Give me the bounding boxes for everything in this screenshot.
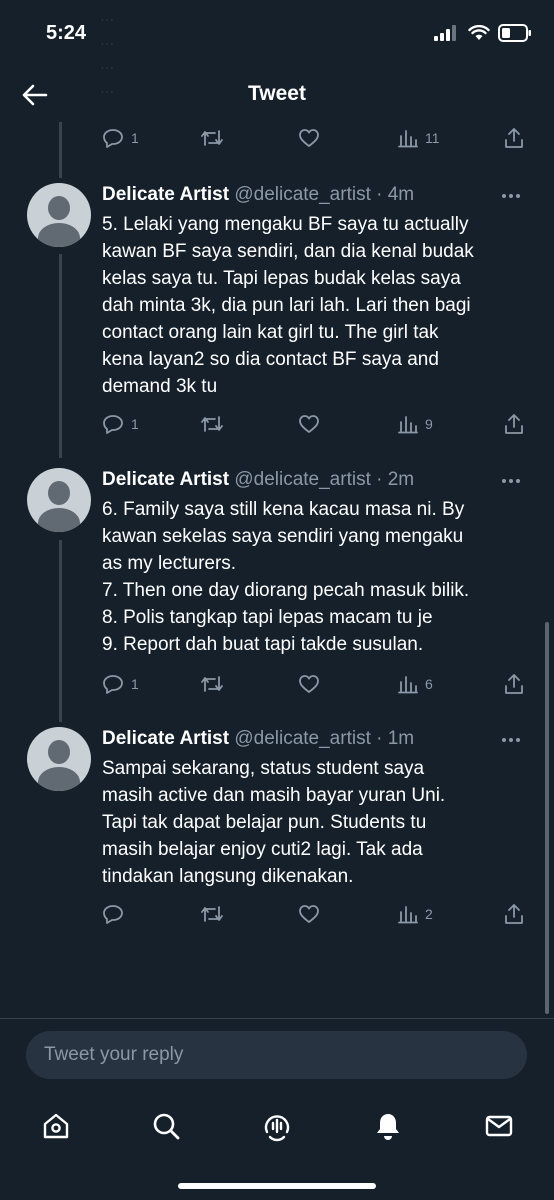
- like-button[interactable]: [298, 899, 320, 929]
- reply-button[interactable]: 1: [102, 123, 139, 153]
- views-chart-icon: [398, 130, 418, 148]
- reply-bar: [0, 1018, 554, 1094]
- reply-icon: [103, 129, 123, 148]
- spaces-icon: [264, 1115, 290, 1142]
- reply-icon: [103, 675, 123, 694]
- heart-icon: [299, 129, 319, 147]
- views-chart-icon: [398, 676, 418, 694]
- heart-icon: [299, 415, 319, 433]
- share-icon: [505, 904, 523, 924]
- share-icon: [505, 414, 523, 434]
- reply-count: 1: [131, 676, 139, 692]
- page-title: Tweet: [248, 82, 306, 105]
- share-button[interactable]: [504, 123, 524, 153]
- tweet-actions: 1 9: [100, 409, 530, 439]
- views-count: 2: [425, 906, 433, 922]
- share-icon: [505, 674, 523, 694]
- retweet-icon: [201, 906, 223, 922]
- author-name[interactable]: Delicate Artist: [102, 728, 229, 749]
- tweet-card[interactable]: Delicate Artist @delicate_artist · 1m Sa…: [0, 727, 554, 897]
- author-handle-time: @delicate_artist · 1m: [234, 728, 415, 749]
- retweet-button[interactable]: [200, 899, 224, 929]
- like-button[interactable]: [298, 123, 320, 153]
- reply-button[interactable]: 1: [102, 409, 139, 439]
- more-options-button[interactable]: [502, 189, 528, 203]
- views-chart-icon: [398, 906, 418, 924]
- views-button[interactable]: 2: [398, 899, 433, 929]
- more-options-button[interactable]: [502, 474, 528, 488]
- share-button[interactable]: [504, 899, 524, 929]
- tab-spaces[interactable]: [255, 1104, 299, 1148]
- tweet-actions: 1 11: [100, 123, 530, 153]
- author-handle-time: @delicate_artist · 4m: [234, 184, 415, 205]
- reply-count: 1: [131, 130, 139, 146]
- messages-icon: [485, 1115, 513, 1137]
- tweet-header: Delicate Artist @delicate_artist · 2m: [102, 468, 414, 492]
- author-name[interactable]: Delicate Artist: [102, 184, 229, 205]
- tweet-header: Delicate Artist @delicate_artist · 4m: [102, 183, 414, 207]
- author-name[interactable]: Delicate Artist: [102, 469, 229, 490]
- home-indicator[interactable]: [178, 1183, 376, 1189]
- thread-connector: [59, 122, 62, 178]
- retweet-button[interactable]: [200, 123, 224, 153]
- status-icons: [434, 24, 532, 42]
- reply-button[interactable]: 1: [102, 669, 139, 699]
- status-bar: ... ... ... ... 5:24: [0, 0, 554, 97]
- more-options-button[interactable]: [502, 733, 528, 747]
- status-time: 5:24: [46, 22, 87, 44]
- views-count: 11: [425, 130, 440, 146]
- tweet-text: Sampai sekarang, status student saya mas…: [102, 758, 446, 887]
- tweet-card[interactable]: Delicate Artist @delicate_artist · 4m 5.…: [0, 183, 554, 443]
- share-button[interactable]: [504, 409, 524, 439]
- views-button[interactable]: 11: [398, 123, 440, 153]
- like-button[interactable]: [298, 409, 320, 439]
- views-count: 9: [425, 416, 433, 432]
- tweet-actions: 2: [100, 899, 530, 929]
- heart-icon: [299, 675, 319, 693]
- share-button[interactable]: [504, 669, 524, 699]
- search-icon: [153, 1113, 180, 1140]
- avatar[interactable]: [27, 727, 91, 791]
- tweet-header: Delicate Artist @delicate_artist · 1m: [102, 727, 414, 751]
- retweet-button[interactable]: [200, 669, 224, 699]
- retweet-button[interactable]: [200, 409, 224, 439]
- avatar[interactable]: [27, 183, 91, 247]
- retweet-icon: [201, 130, 223, 146]
- views-button[interactable]: 9: [398, 409, 433, 439]
- views-chart-icon: [398, 416, 418, 434]
- reply-icon: [103, 415, 123, 434]
- tweet-card[interactable]: Delicate Artist @delicate_artist · 2m 6.…: [0, 468, 554, 668]
- reply-count: 1: [131, 416, 139, 432]
- reply-button[interactable]: [102, 899, 131, 929]
- tab-messages[interactable]: [477, 1104, 521, 1148]
- author-handle-time: @delicate_artist · 2m: [234, 469, 415, 490]
- home-icon: [43, 1113, 69, 1139]
- tweet-text: 5. Lelaki yang mengaku BF saya tu actual…: [102, 214, 474, 397]
- top-nav-header: Tweet: [0, 70, 554, 120]
- reply-input[interactable]: [26, 1031, 527, 1079]
- tab-search[interactable]: [144, 1104, 188, 1148]
- heart-icon: [299, 905, 319, 923]
- tweet-actions: 1 6: [100, 669, 530, 699]
- battery-icon: [498, 24, 531, 42]
- cellular-signal-icon: [434, 25, 456, 41]
- wifi-icon: [468, 25, 490, 40]
- reply-icon: [103, 905, 123, 924]
- views-button[interactable]: 6: [398, 669, 433, 699]
- tweet-text: 6. Family saya still kena kacau masa ni.…: [102, 499, 470, 655]
- tab-notifications[interactable]: [366, 1104, 410, 1148]
- like-button[interactable]: [298, 669, 320, 699]
- retweet-icon: [201, 416, 223, 432]
- scrollbar[interactable]: [545, 622, 549, 1014]
- tab-home[interactable]: [34, 1104, 78, 1148]
- avatar[interactable]: [27, 468, 91, 532]
- retweet-icon: [201, 676, 223, 692]
- share-icon: [505, 128, 523, 148]
- views-count: 6: [425, 676, 433, 692]
- notifications-icon: [377, 1114, 399, 1140]
